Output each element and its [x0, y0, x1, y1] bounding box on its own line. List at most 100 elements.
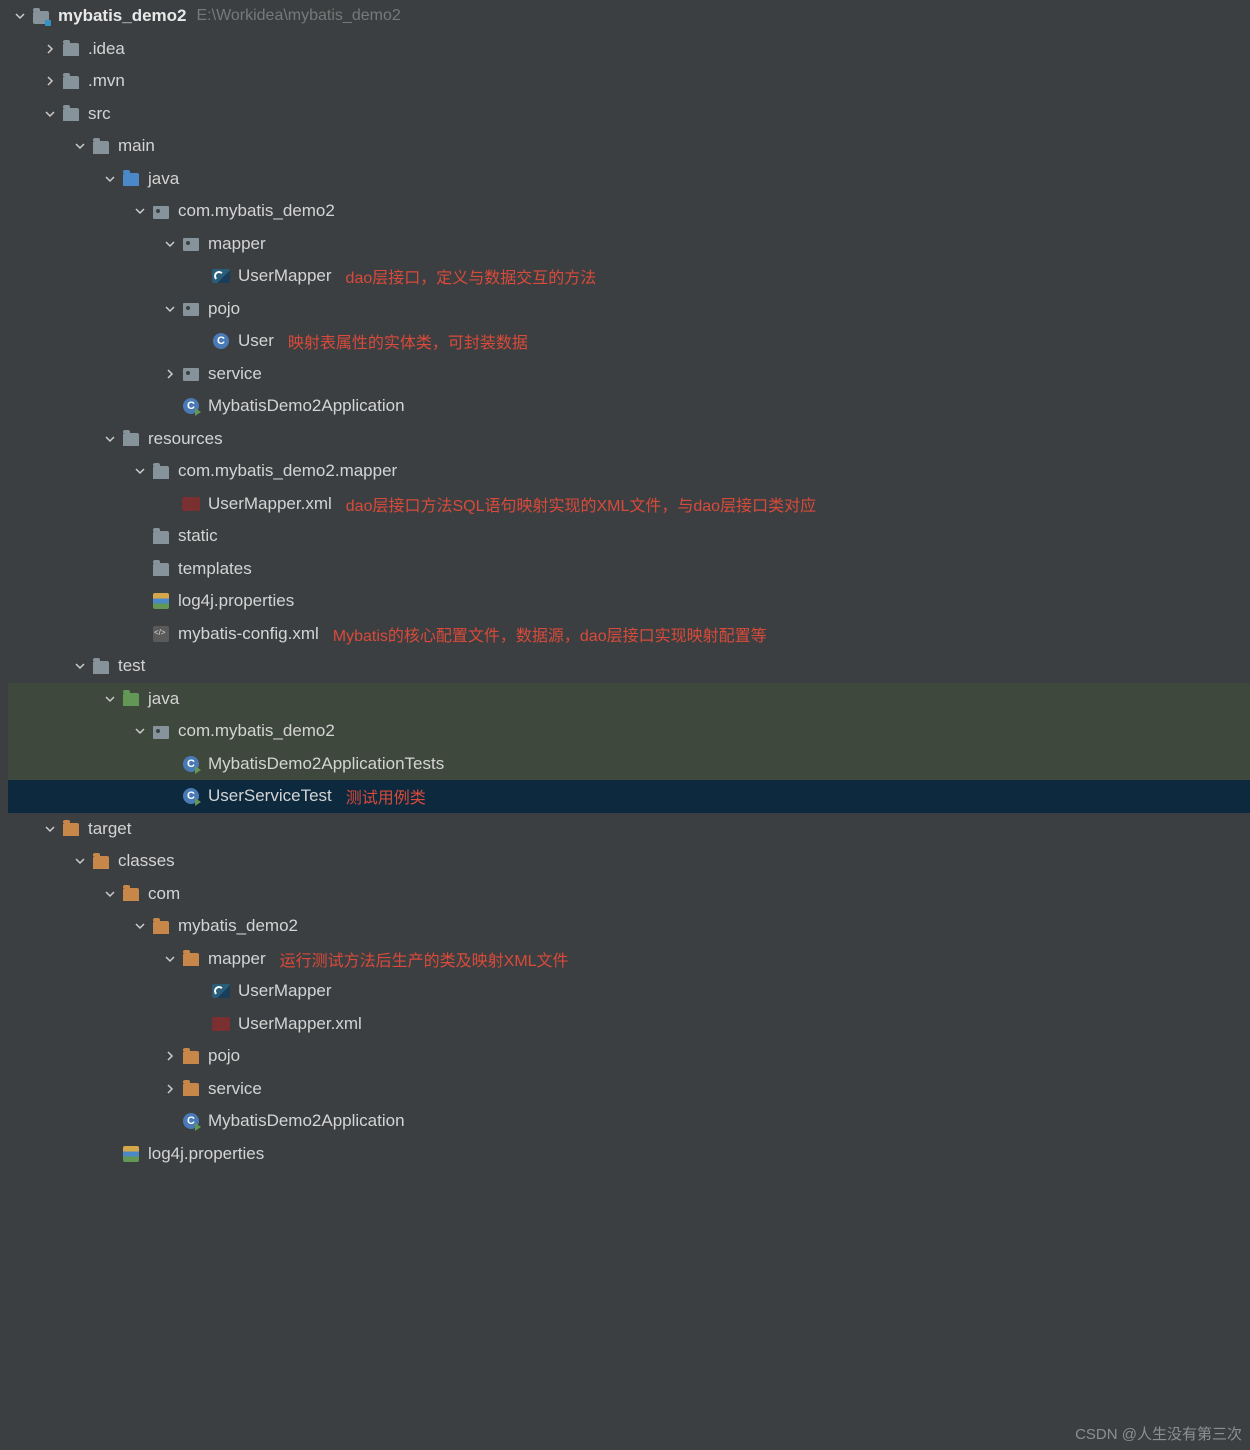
tree-row[interactable]: templates [0, 553, 1250, 586]
tree-row[interactable]: mybatis_demo2 [0, 910, 1250, 943]
tree-row[interactable]: static [0, 520, 1250, 553]
tree-row[interactable]: target [0, 813, 1250, 846]
tree-label: com.mybatis_demo2 [178, 201, 335, 221]
annotation: Mybatis的核心配置文件，数据源，dao层接口实现映射配置等 [333, 622, 767, 646]
tree-row[interactable]: CUserServiceTest测试用例类 [0, 780, 1250, 813]
properties-file-icon [120, 1143, 142, 1165]
tree-label: test [118, 656, 145, 676]
tree-row[interactable]: .mvn [0, 65, 1250, 98]
tree-row[interactable]: classes [0, 845, 1250, 878]
runnable-class-icon: C [180, 753, 202, 775]
tree-row[interactable]: com.mybatis_demo2 [0, 715, 1250, 748]
path-hint: E:\Workidea\mybatis_demo2 [197, 7, 401, 25]
chevron-down-icon[interactable] [70, 856, 90, 866]
chevron-down-icon[interactable] [40, 109, 60, 119]
folder-icon [150, 460, 172, 482]
tree-label: MybatisDemo2ApplicationTests [208, 754, 444, 774]
tree-row[interactable]: .idea [0, 33, 1250, 66]
tree-row[interactable]: mybatis_demo2 E:\Workidea\mybatis_demo2 [0, 0, 1250, 33]
chevron-down-icon[interactable] [160, 954, 180, 964]
tree-label: resources [148, 429, 223, 449]
folder-icon [60, 103, 82, 125]
chevron-down-icon[interactable] [130, 206, 150, 216]
tree-row[interactable]: mybatis-config.xml Mybatis的核心配置文件，数据源，dao… [0, 618, 1250, 651]
tree-row[interactable]: CMybatisDemo2Application [0, 1105, 1250, 1138]
tree-row[interactable]: CMybatisDemo2Application [0, 390, 1250, 423]
chevron-right-icon[interactable] [160, 1084, 180, 1094]
tree-label: mapper [208, 949, 266, 969]
chevron-down-icon[interactable] [100, 174, 120, 184]
tree-row[interactable]: resources [0, 423, 1250, 456]
chevron-down-icon[interactable] [160, 239, 180, 249]
tree-label: MybatisDemo2Application [208, 1111, 405, 1131]
chevron-down-icon[interactable] [10, 11, 30, 21]
tree-row[interactable]: java [0, 163, 1250, 196]
tree-row[interactable]: service [0, 358, 1250, 391]
chevron-down-icon[interactable] [100, 694, 120, 704]
tree-row[interactable]: com [0, 878, 1250, 911]
tree-row[interactable]: pojo [0, 1040, 1250, 1073]
chevron-right-icon[interactable] [160, 1051, 180, 1061]
chevron-down-icon[interactable] [100, 434, 120, 444]
source-folder-icon [120, 168, 142, 190]
tree-label: java [148, 169, 179, 189]
tree-row[interactable]: mapper [0, 228, 1250, 261]
tree-row[interactable]: log4j.properties [0, 1138, 1250, 1171]
folder-icon [150, 525, 172, 547]
chevron-down-icon[interactable] [70, 661, 90, 671]
tree-row[interactable]: java [0, 683, 1250, 716]
tree-row[interactable]: C MybatisDemo2ApplicationTests [0, 748, 1250, 781]
tree-label: log4j.properties [178, 591, 294, 611]
tree-label: com [148, 884, 180, 904]
resources-folder-icon [120, 428, 142, 450]
annotation: 映射表属性的实体类，可封装数据 [288, 329, 528, 353]
chevron-down-icon[interactable] [130, 921, 150, 931]
tree-row[interactable]: UserMapperdao层接口，定义与数据交互的方法 [0, 260, 1250, 293]
tree-label: MybatisDemo2Application [208, 396, 405, 416]
tree-label: UserMapper [238, 266, 332, 286]
tree-row[interactable]: UserMapper.xml [0, 1008, 1250, 1041]
runnable-class-icon: C [180, 785, 202, 807]
tree-row[interactable]: main [0, 130, 1250, 163]
tree-row[interactable]: src [0, 98, 1250, 131]
tree-row[interactable]: com.mybatis_demo2.mapper [0, 455, 1250, 488]
tree-row[interactable]: service [0, 1073, 1250, 1106]
chevron-down-icon[interactable] [70, 141, 90, 151]
tree-label: mapper [208, 234, 266, 254]
tree-label: UserMapper [238, 981, 332, 1001]
tree-label: pojo [208, 1046, 240, 1066]
tree-label: mybatis-config.xml [178, 624, 319, 644]
chevron-down-icon[interactable] [160, 304, 180, 314]
test-folder-icon [120, 688, 142, 710]
tree-row[interactable]: test [0, 650, 1250, 683]
chevron-down-icon[interactable] [40, 824, 60, 834]
chevron-down-icon[interactable] [130, 726, 150, 736]
tree-row[interactable]: UserMapper.xmldao层接口方法SQL语句映射实现的XML文件，与d… [0, 488, 1250, 521]
tree-row[interactable]: log4j.properties [0, 585, 1250, 618]
package-icon [150, 200, 172, 222]
project-tree[interactable]: mybatis_demo2 E:\Workidea\mybatis_demo2 .i… [0, 0, 1250, 1170]
watermark: CSDN @人生没有第三次 [1075, 1423, 1242, 1444]
project-icon [30, 5, 52, 27]
xml-file-icon [210, 1013, 232, 1035]
chevron-right-icon[interactable] [40, 44, 60, 54]
tree-label: com.mybatis_demo2 [178, 721, 335, 741]
folder-icon [150, 558, 172, 580]
tree-row[interactable]: mapper运行测试方法后生产的类及映射XML文件 [0, 943, 1250, 976]
output-folder-icon [180, 1078, 202, 1100]
tree-label: UserServiceTest [208, 786, 332, 806]
tree-row[interactable]: UserMapper [0, 975, 1250, 1008]
gutter [0, 0, 8, 1450]
tree-label: mybatis_demo2 [58, 6, 187, 26]
chevron-right-icon[interactable] [160, 369, 180, 379]
chevron-down-icon[interactable] [100, 889, 120, 899]
folder-icon [60, 70, 82, 92]
folder-icon [90, 135, 112, 157]
tree-label: java [148, 689, 179, 709]
tree-row[interactable]: com.mybatis_demo2 [0, 195, 1250, 228]
chevron-right-icon[interactable] [40, 76, 60, 86]
chevron-down-icon[interactable] [130, 466, 150, 476]
tree-row[interactable]: pojo [0, 293, 1250, 326]
tree-label: User [238, 331, 274, 351]
tree-row[interactable]: CUser映射表属性的实体类，可封装数据 [0, 325, 1250, 358]
